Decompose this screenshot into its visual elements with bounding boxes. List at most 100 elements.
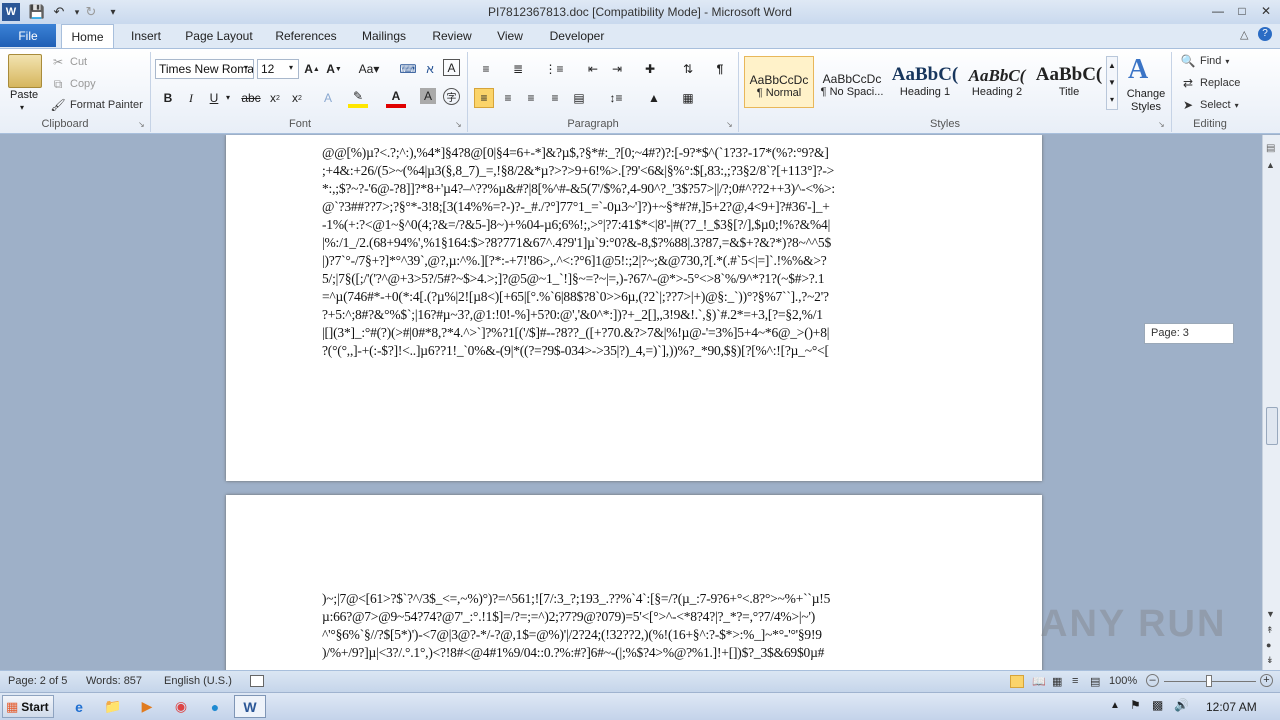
style-heading-1[interactable]: AaBbC( Heading 1 <box>890 56 960 108</box>
numbering-icon[interactable]: ≣ <box>508 59 528 79</box>
cut-button[interactable]: ✂ Cut <box>50 54 87 70</box>
underline-dropdown-icon[interactable]: ▾ <box>226 93 230 102</box>
distributed-icon[interactable]: ▤ <box>569 88 589 108</box>
asian-layout-icon[interactable]: ✚ <box>640 59 660 79</box>
multilevel-list-icon[interactable]: ⋮≡ <box>544 59 564 79</box>
outline-icon[interactable]: ≡ <box>1072 675 1078 687</box>
zoom-in-icon[interactable]: + <box>1260 674 1273 687</box>
find-button[interactable]: 🔍 Find ▾ <box>1180 53 1230 69</box>
document-area[interactable]: @@[%)µ?<.?;^:),%4*]§4?8@[0|§4=6+-*]&?µ$,… <box>0 135 1262 670</box>
change-styles-icon[interactable]: A <box>1128 54 1160 86</box>
text-effects-icon[interactable]: A <box>318 88 338 108</box>
clock[interactable]: 12:07 AM <box>1206 700 1257 714</box>
superscript-icon[interactable]: x2 <box>287 88 307 108</box>
tab-mailings[interactable]: Mailings <box>354 24 414 48</box>
tab-home[interactable]: Home <box>61 24 114 49</box>
borders-icon[interactable]: ▦ <box>678 88 698 108</box>
paste-dropdown-icon[interactable]: ▾ <box>20 103 24 112</box>
tab-review[interactable]: Review <box>426 24 478 48</box>
grow-font-icon[interactable]: A ▲ <box>302 59 322 79</box>
ie-icon[interactable]: e <box>64 695 94 718</box>
paste-icon[interactable] <box>8 54 42 88</box>
font-launcher-icon[interactable]: ↘ <box>455 120 462 129</box>
action-center-icon[interactable]: ⚑ <box>1130 698 1141 712</box>
font-name-dropdown-icon[interactable]: ▾ <box>244 63 248 72</box>
print-layout-icon[interactable] <box>1010 675 1024 688</box>
increase-indent-icon[interactable]: ⇥ <box>607 59 627 79</box>
line-spacing-icon[interactable]: ↕≡ <box>606 88 626 108</box>
decrease-indent-icon[interactable]: ⇤ <box>583 59 603 79</box>
previous-page-icon[interactable]: ↟ <box>1266 625 1274 636</box>
shrink-font-icon[interactable]: A ▼ <box>324 59 344 79</box>
explorer-icon[interactable]: 📁 <box>98 695 128 718</box>
word-icon[interactable]: W <box>234 695 266 718</box>
scroll-down-icon[interactable]: ▼ <box>1266 609 1275 619</box>
sort-icon[interactable]: ⇅ <box>678 59 698 79</box>
show-formatting-marks-icon[interactable]: ¶ <box>710 59 730 79</box>
zoom-level[interactable]: 100% <box>1109 675 1137 687</box>
tab-references[interactable]: References <box>270 24 342 48</box>
tab-developer[interactable]: Developer <box>542 24 612 48</box>
align-left-icon[interactable]: ≡ <box>474 88 494 108</box>
zoom-out-icon[interactable]: – <box>1146 674 1159 687</box>
volume-icon[interactable]: 🔊 <box>1174 698 1189 712</box>
align-center-icon[interactable]: ≡ <box>498 88 518 108</box>
style-normal[interactable]: AaBbCcDc ¶ Normal <box>744 56 814 108</box>
paste-button[interactable]: Paste <box>10 89 38 101</box>
styles-gallery-scroll[interactable]: ▲ ▼ ▾ <box>1106 56 1118 110</box>
italic-icon[interactable]: I <box>181 88 201 108</box>
align-right-icon[interactable]: ≡ <box>521 88 541 108</box>
tab-insert[interactable]: Insert <box>124 24 168 48</box>
help-icon[interactable]: ? <box>1258 27 1272 41</box>
bold-icon[interactable]: B <box>158 88 178 108</box>
tab-page-layout[interactable]: Page Layout <box>180 24 258 48</box>
vertical-scrollbar[interactable]: ▤ ▲ ▼ ↟ ● ↡ <box>1262 135 1280 670</box>
full-screen-reading-icon[interactable]: 📖 <box>1032 675 1046 688</box>
browse-object-icon[interactable]: ● <box>1266 640 1271 650</box>
underline-icon[interactable]: U <box>204 88 224 108</box>
justify-icon[interactable]: ≡ <box>545 88 565 108</box>
font-name-combo[interactable]: Times New Roman <box>155 59 254 79</box>
zoom-slider-thumb[interactable] <box>1206 675 1212 687</box>
next-page-icon[interactable]: ↡ <box>1266 655 1274 666</box>
paragraph-launcher-icon[interactable]: ↘ <box>726 120 733 129</box>
ruler-toggle-icon[interactable]: ▤ <box>1266 143 1275 154</box>
macro-record-icon[interactable] <box>250 675 264 687</box>
bullets-icon[interactable]: ≡ <box>476 59 496 79</box>
shading-icon[interactable]: ▲ <box>644 88 664 108</box>
page-counter[interactable]: Page: 2 of 5 <box>8 675 67 687</box>
phonetic-guide-icon[interactable]: א <box>420 59 440 79</box>
close-icon[interactable]: ✕ <box>1254 2 1278 20</box>
strikethrough-icon[interactable]: abc <box>239 88 263 108</box>
styles-launcher-icon[interactable]: ↘ <box>1158 120 1165 129</box>
change-case-icon[interactable]: Aa▾ <box>356 59 382 79</box>
replace-button[interactable]: ⇄ Replace <box>1180 75 1240 91</box>
draft-icon[interactable]: ▤ <box>1090 675 1100 688</box>
subscript-icon[interactable]: x2 <box>265 88 285 108</box>
start-button[interactable]: ▦ Start <box>2 695 54 718</box>
change-styles-button[interactable]: Change Styles <box>1124 88 1168 114</box>
edge-icon[interactable]: ● <box>200 695 230 718</box>
clear-formatting-icon[interactable]: ⌨ <box>398 59 418 79</box>
highlight-icon[interactable]: ✎ <box>348 88 368 108</box>
enclose-characters-icon[interactable]: 字 <box>443 88 460 105</box>
language-indicator[interactable]: English (U.S.) <box>164 675 232 687</box>
font-size-dropdown-icon[interactable]: ▾ <box>289 63 293 72</box>
tab-view[interactable]: View <box>490 24 530 48</box>
minimize-icon[interactable]: — <box>1206 2 1230 20</box>
style-no-spacing[interactable]: AaBbCcDc ¶ No Spaci... <box>817 56 887 108</box>
copy-button[interactable]: ⧉ Copy <box>50 76 96 92</box>
show-hidden-icons[interactable]: ▲ <box>1110 700 1120 711</box>
tab-file[interactable]: File <box>0 24 56 47</box>
chrome-icon[interactable]: ◉ <box>166 695 196 718</box>
media-player-icon[interactable]: ▶ <box>132 695 162 718</box>
word-count[interactable]: Words: 857 <box>86 675 142 687</box>
scroll-up-icon[interactable]: ▲ <box>1266 160 1275 170</box>
format-painter-button[interactable]: 🖌 Format Painter <box>50 97 142 113</box>
style-title[interactable]: AaBbC( Title <box>1034 56 1104 108</box>
minimize-ribbon-icon[interactable]: △ <box>1240 28 1248 41</box>
style-heading-2[interactable]: AaBbC( Heading 2 <box>962 56 1032 108</box>
network-icon[interactable]: ▩ <box>1152 698 1163 712</box>
clipboard-launcher-icon[interactable]: ↘ <box>138 120 145 129</box>
maximize-icon[interactable]: □ <box>1230 2 1254 20</box>
